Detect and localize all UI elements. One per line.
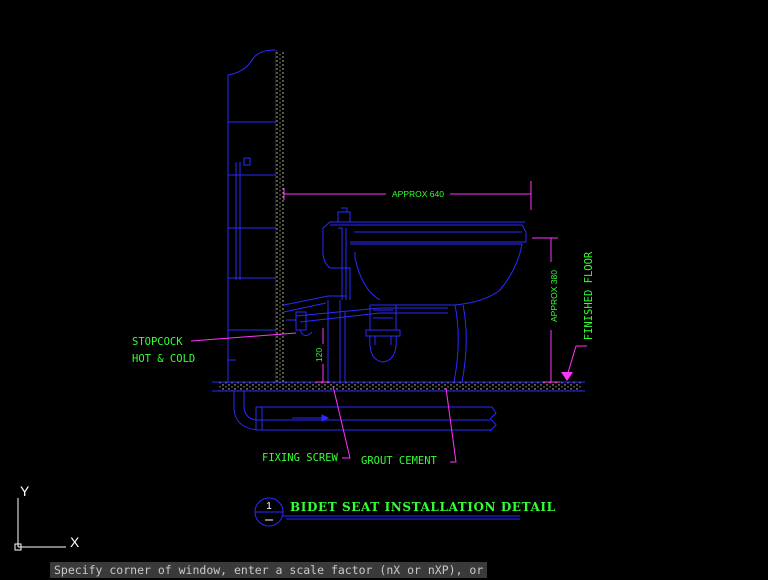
- dimension-label-120: 120: [314, 348, 324, 362]
- ucs-icon: [14, 498, 66, 551]
- finished-floor-leader: [566, 345, 587, 377]
- floor: [212, 381, 585, 392]
- finished-floor-label: FINISHED FLOOR: [583, 251, 595, 340]
- stopcock-label-line2: HOT & COLD: [132, 353, 195, 365]
- detail-title: BIDET SEAT INSTALLATION DETAIL: [290, 500, 556, 514]
- dimension-label-approx-380: APPROX 380: [549, 270, 559, 322]
- dimension-label-approx-640: APPROX 640: [392, 189, 444, 199]
- waste-pipe: [233, 391, 497, 432]
- detail-number: 1: [266, 501, 272, 512]
- title-block: 1 BIDET SEAT INSTALLATION DETAIL: [254, 497, 556, 527]
- ucs-y-label: Y: [20, 483, 30, 499]
- command-line-prompt[interactable]: Specify corner of window, enter a scale …: [50, 562, 488, 578]
- grout-cement-label: GROUT CEMENT: [361, 455, 438, 467]
- ucs-x-label: X: [70, 534, 80, 550]
- fixing-screw-leader: [332, 385, 351, 459]
- cad-drawing-canvas[interactable]: APPROX 640 APPROX 380 FINISHED FLOOR STO…: [0, 0, 768, 580]
- finished-floor-arrow: [561, 372, 573, 381]
- bidet-body: [322, 207, 527, 383]
- fixing-screw-label: FIXING SCREW: [262, 452, 339, 464]
- stopcock-label-line1: STOPCOCK: [132, 336, 183, 348]
- wall-plaster-hatch: [276, 52, 284, 385]
- grout-cement-leader: [445, 387, 457, 463]
